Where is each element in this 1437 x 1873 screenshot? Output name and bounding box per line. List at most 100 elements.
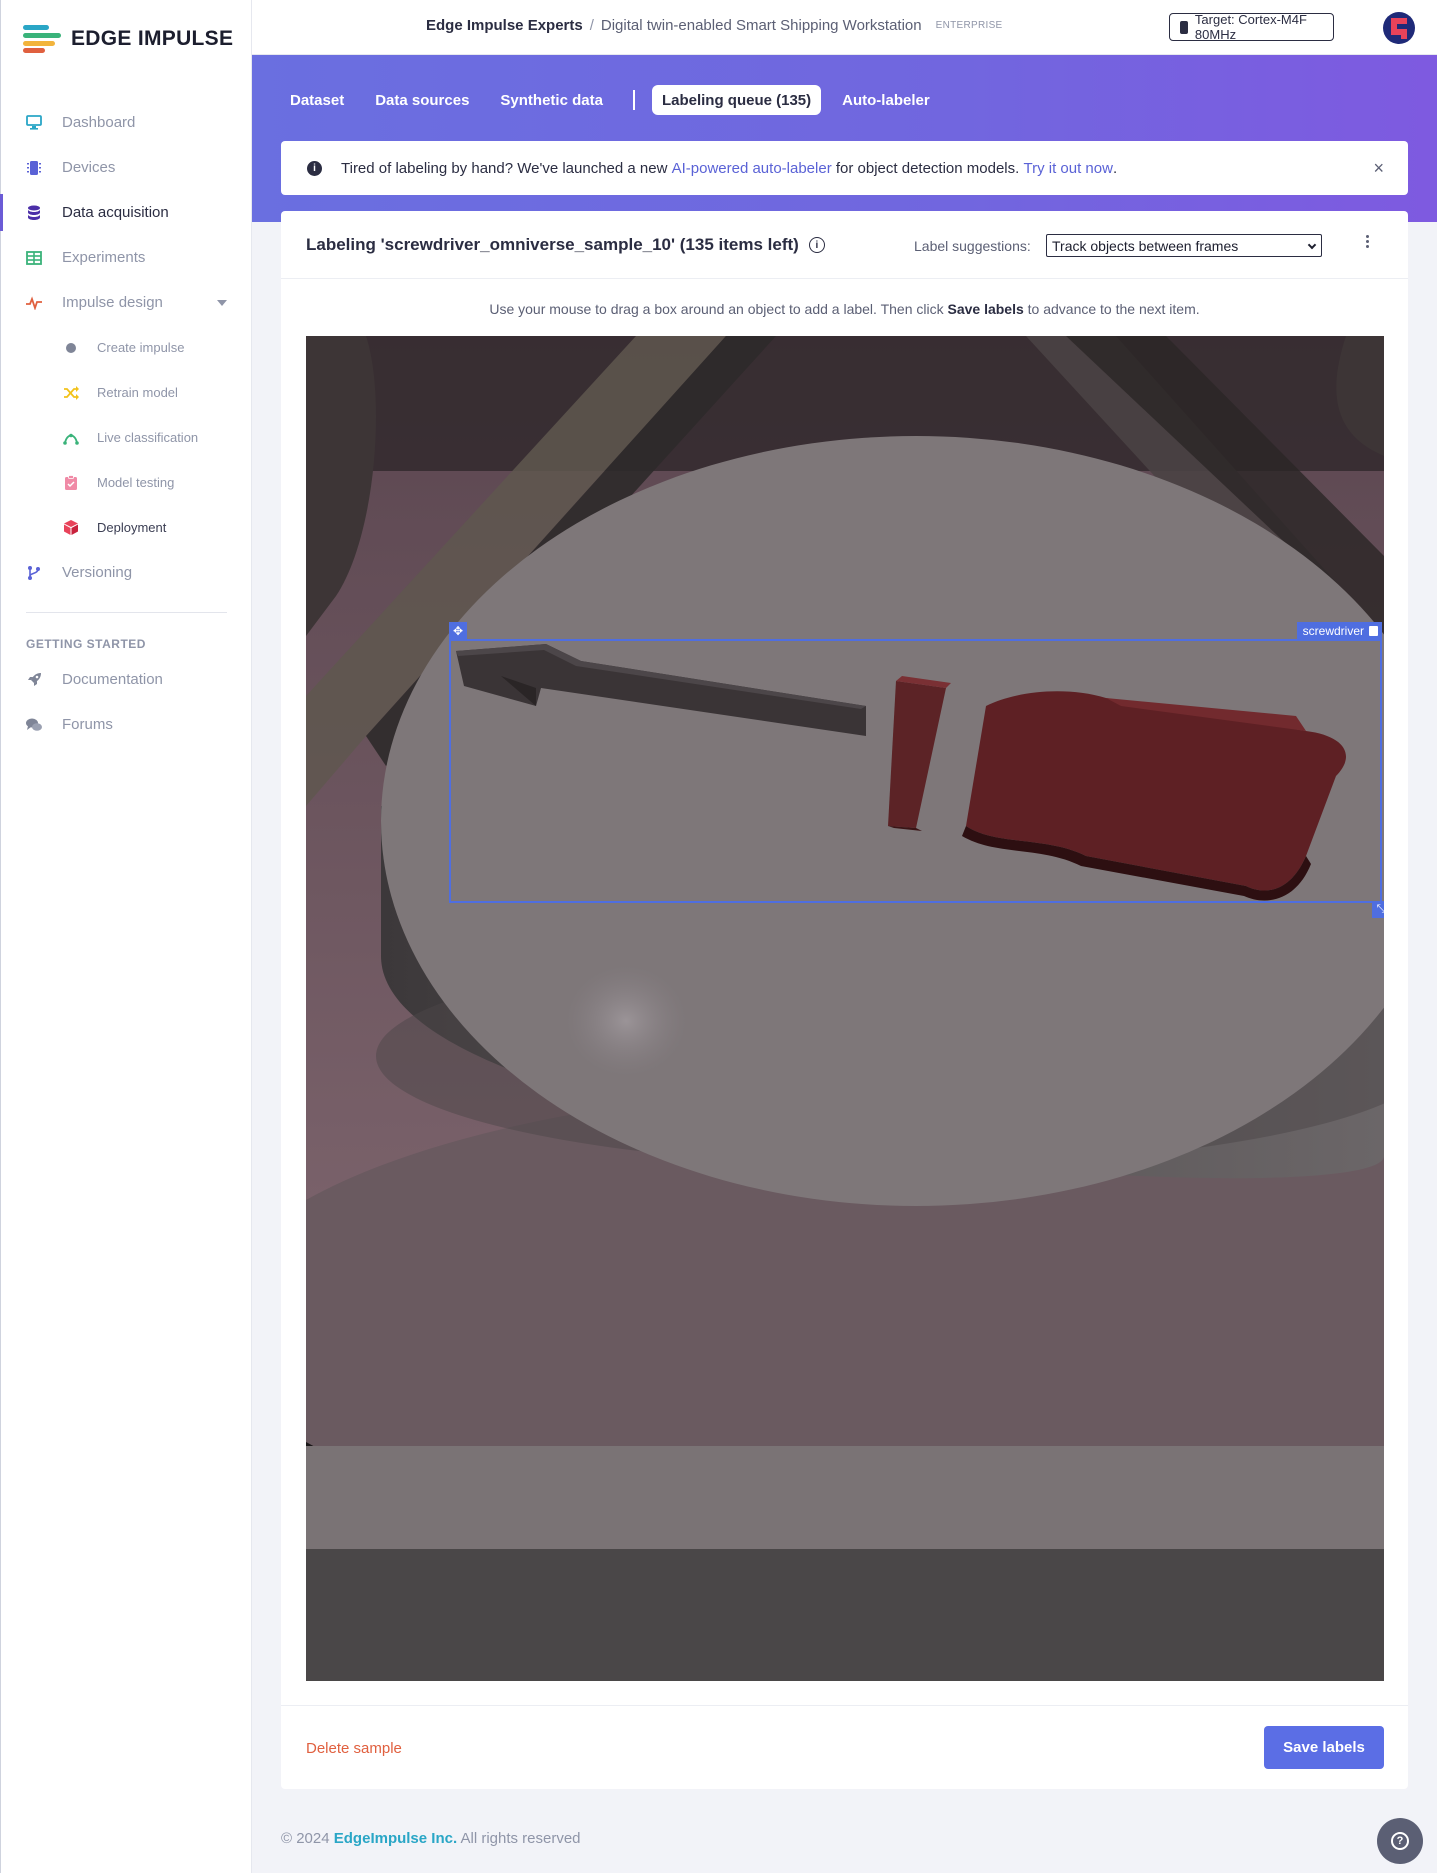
chevron-down-icon <box>1307 240 1317 250</box>
sidebar-item-data-acquisition[interactable]: Data acquisition <box>0 190 253 235</box>
sidebar-item-forums[interactable]: Forums <box>1 702 253 747</box>
header-band: Dataset Data sources Synthetic data Labe… <box>252 55 1437 222</box>
auto-labeler-notice: i Tired of labeling by hand? We've launc… <box>281 141 1408 195</box>
chip-icon <box>26 160 42 176</box>
bbox-label-text: screwdriver <box>1302 623 1364 638</box>
top-bar: Edge Impulse Experts / Digital twin-enab… <box>252 0 1437 55</box>
close-icon[interactable]: × <box>1373 158 1384 179</box>
sidebar-subitem-label: Deployment <box>97 520 167 535</box>
bounding-box[interactable]: ✥ screwdriver ⤡ <box>449 622 1384 918</box>
sidebar-item-label: Experiments <box>62 249 146 266</box>
curve-icon <box>63 430 79 446</box>
rocket-icon <box>26 672 42 688</box>
breadcrumb-separator: / <box>589 17 594 34</box>
move-handle-icon[interactable]: ✥ <box>449 622 467 639</box>
edge-impulse-logo-icon <box>23 25 61 53</box>
info-circle-icon[interactable]: i <box>808 237 825 253</box>
label-suggestions-select[interactable]: Track objects between frames <box>1046 234 1322 257</box>
try-it-out-link[interactable]: Try it out now <box>1023 160 1112 177</box>
tab-auto-labeler[interactable]: Auto-labeler <box>842 85 930 115</box>
sidebar-item-label: Devices <box>62 159 116 176</box>
footer-company-link[interactable]: EdgeImpulse Inc. <box>334 1830 457 1847</box>
resize-handle-icon[interactable]: ⤡ <box>1372 901 1384 918</box>
notice-text-after: . <box>1112 159 1118 177</box>
breadcrumb-project[interactable]: Digital twin-enabled Smart Shipping Work… <box>601 17 922 34</box>
sidebar-subitem-label: Create impulse <box>97 340 185 355</box>
instructions-before: Use your mouse to drag a box around an o… <box>489 301 948 317</box>
sidebar-subitem-retrain-model[interactable]: Retrain model <box>1 370 253 415</box>
tab-labeling-queue[interactable]: Labeling queue (135) <box>651 85 822 115</box>
instructions-bold: Save labels <box>947 301 1024 317</box>
sidebar-subitem-model-testing[interactable]: Model testing <box>1 460 253 505</box>
tab-synthetic-data[interactable]: Synthetic data <box>500 85 603 115</box>
label-suggestions-value: Track objects between frames <box>1052 237 1239 254</box>
chevron-down-icon[interactable] <box>217 300 227 306</box>
page-footer: © 2024 EdgeImpulse Inc. All rights reser… <box>281 1830 581 1847</box>
sidebar-item-label: Versioning <box>62 564 133 581</box>
sidebar-item-label: Data acquisition <box>62 204 169 221</box>
footer-rights: All rights reserved <box>460 1830 581 1847</box>
database-icon <box>26 205 42 221</box>
bbox-label[interactable]: screwdriver <box>1296 622 1382 639</box>
clipboard-check-icon <box>63 475 79 491</box>
chat-icon <box>26 717 42 733</box>
auto-labeler-link[interactable]: AI-powered auto-labeler <box>672 160 832 177</box>
sidebar: EDGE IMPULSE Dashboard Devices Data acqu… <box>0 0 252 1873</box>
sidebar-item-label: Dashboard <box>62 114 136 131</box>
pulse-icon <box>26 295 42 311</box>
sidebar-item-impulse-design[interactable]: Impulse design <box>1 280 253 325</box>
info-icon: i <box>307 160 322 176</box>
question-icon: ? <box>1391 1832 1409 1850</box>
table-icon <box>26 250 42 266</box>
sample-image <box>306 336 1384 1681</box>
labeling-card: Labeling 'screwdriver_omniverse_sample_1… <box>281 211 1408 1789</box>
logo[interactable]: EDGE IMPULSE <box>23 24 233 54</box>
data-acquisition-tabs: Dataset Data sources Synthetic data Labe… <box>290 85 961 115</box>
sidebar-subitem-create-impulse[interactable]: Create impulse <box>1 325 253 370</box>
sidebar-item-dashboard[interactable]: Dashboard <box>1 100 253 145</box>
sidebar-item-devices[interactable]: Devices <box>1 145 253 190</box>
labeling-canvas[interactable]: ✥ screwdriver ⤡ <box>306 336 1384 1681</box>
sidebar-item-versioning[interactable]: Versioning <box>1 550 253 595</box>
labeling-instructions: Use your mouse to drag a box around an o… <box>281 301 1408 317</box>
trash-icon[interactable] <box>1369 625 1378 636</box>
save-labels-button[interactable]: Save labels <box>1264 1726 1384 1769</box>
tab-dataset[interactable]: Dataset <box>290 85 344 115</box>
dot-icon <box>63 340 79 356</box>
avatar[interactable] <box>1383 12 1415 44</box>
chip-icon <box>1180 20 1188 34</box>
cube-icon <box>63 520 79 536</box>
target-device-label: Target: Cortex-M4F 80MHz <box>1194 12 1307 42</box>
sidebar-item-experiments[interactable]: Experiments <box>1 235 253 280</box>
sidebar-subitem-live-classification[interactable]: Live classification <box>1 415 253 460</box>
logo-text: EDGE IMPULSE <box>71 27 234 50</box>
tab-separator <box>632 90 635 110</box>
sidebar-item-label: Impulse design <box>62 294 163 311</box>
breadcrumb: Edge Impulse Experts / Digital twin-enab… <box>426 17 1003 34</box>
monitor-icon <box>26 115 42 131</box>
labeling-title: Labeling 'screwdriver_omniverse_sample_1… <box>306 235 799 254</box>
target-device-button[interactable]: Target: Cortex-M4F 80MHz <box>1169 12 1334 42</box>
labeling-card-header: Labeling 'screwdriver_omniverse_sample_1… <box>281 211 1408 279</box>
shuffle-icon <box>63 385 79 401</box>
sidebar-item-label: Forums <box>62 716 113 733</box>
more-options-icon[interactable] <box>1366 235 1370 248</box>
sidebar-subitem-deployment[interactable]: Deployment <box>1 505 253 550</box>
enterprise-badge: ENTERPRISE <box>935 20 1003 31</box>
delete-sample-link[interactable]: Delete sample <box>306 1740 402 1757</box>
sidebar-nav: Dashboard Devices Data acquisition Exper… <box>0 100 253 747</box>
footer-copyright: © 2024 <box>281 1830 330 1847</box>
branch-icon <box>26 565 42 581</box>
notice-text-before: Tired of labeling by hand? We've launche… <box>341 159 672 177</box>
sidebar-subitem-label: Model testing <box>97 475 175 490</box>
sidebar-item-label: Documentation <box>62 671 163 688</box>
breadcrumb-org[interactable]: Edge Impulse Experts <box>426 17 583 34</box>
tab-data-sources[interactable]: Data sources <box>375 85 469 115</box>
labeling-card-footer: Delete sample Save labels <box>281 1705 1408 1789</box>
sidebar-subitem-label: Retrain model <box>97 385 178 400</box>
sidebar-section-title: GETTING STARTED <box>26 637 146 651</box>
sidebar-item-documentation[interactable]: Documentation <box>1 657 253 702</box>
labeling-title-wrap: Labeling 'screwdriver_omniverse_sample_1… <box>306 235 825 255</box>
help-button[interactable]: ? <box>1377 1818 1423 1864</box>
sidebar-divider <box>26 612 227 613</box>
